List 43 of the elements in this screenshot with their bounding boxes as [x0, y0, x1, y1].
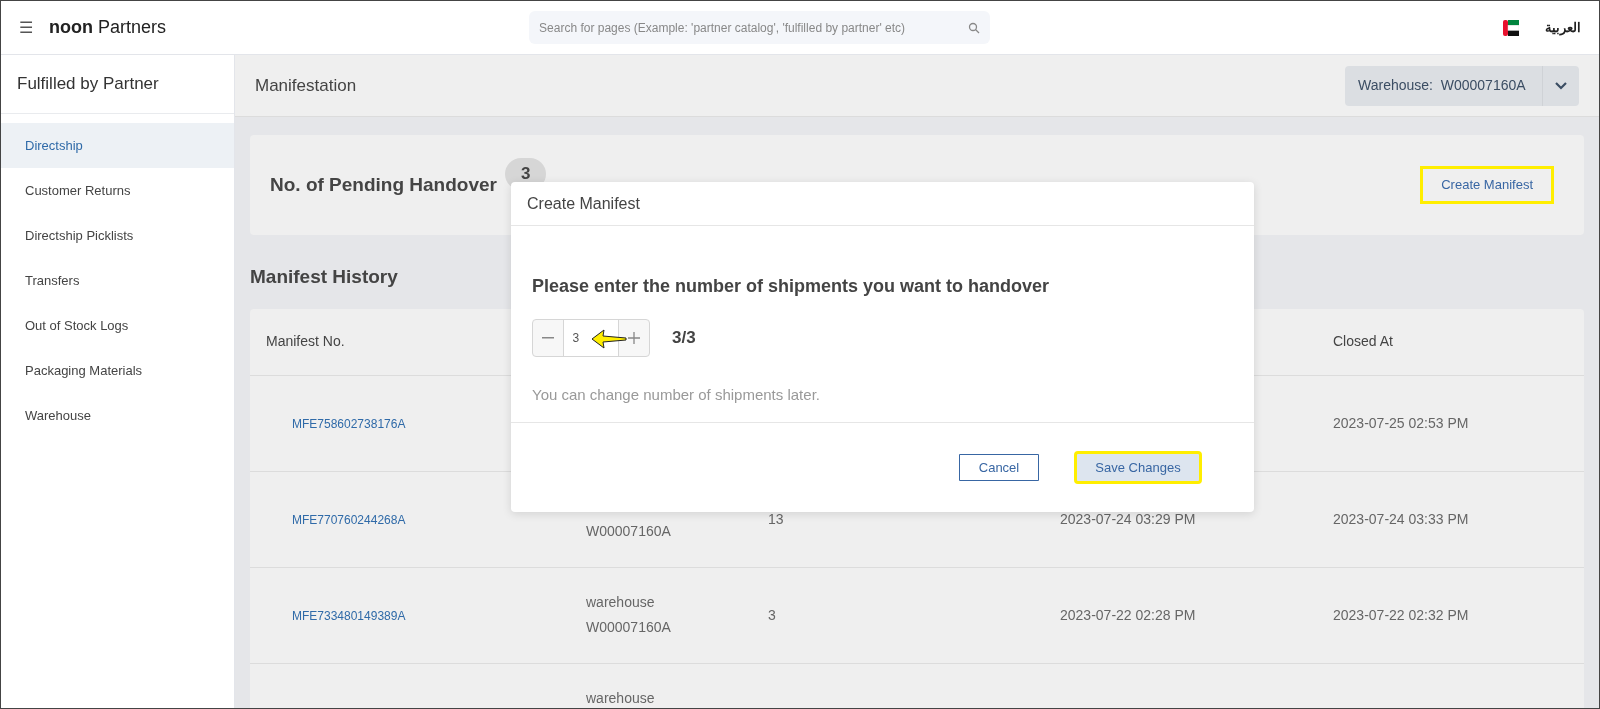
table-cell: 2023-07-22 02:28 PM: [1060, 606, 1196, 623]
sidebar-item[interactable]: Packaging Materials: [1, 348, 234, 393]
brand-logo[interactable]: noon Partners: [49, 14, 167, 41]
save-button[interactable]: Save Changes: [1074, 451, 1202, 484]
menu-icon[interactable]: ☰: [19, 15, 33, 40]
dialog-question: Please enter the number of shipments you want to handover: [532, 275, 1051, 298]
search-icon: [968, 21, 981, 34]
manifest-link[interactable]: MFE733480149389A: [292, 608, 406, 623]
table-cell: 2023-07-22 02:32 PM: [1333, 606, 1469, 623]
sidebar-item[interactable]: Directship Picklists: [1, 213, 234, 258]
column-header: Manifest No.: [266, 332, 345, 351]
table-cell-text: W00007160A: [586, 618, 671, 637]
sidebar-title: Fulfilled by Partner: [17, 73, 159, 96]
flag-icon[interactable]: [1503, 19, 1519, 36]
manifest-link[interactable]: MFE770760244268A: [292, 512, 406, 527]
warehouse-dropdown[interactable]: Warehouse: W00007160A: [1345, 65, 1579, 106]
chevron-down-icon: [1555, 81, 1567, 90]
sidebar-item[interactable]: Transfers: [1, 258, 234, 303]
sidebar-item[interactable]: Customer Returns: [1, 168, 234, 213]
sidebar-item[interactable]: Directship: [1, 123, 234, 168]
dialog-title: Create Manifest: [527, 193, 640, 214]
table-cell: 13: [768, 510, 784, 527]
dialog-hint: You can change number of shipments later.: [532, 385, 821, 405]
pending-label: No. of Pending Handover: [270, 172, 497, 197]
sidebar-item[interactable]: Out of Stock Logs: [1, 303, 234, 348]
page-title: Manifestation: [255, 74, 357, 97]
table-cell: 3: [768, 606, 776, 623]
table-cell: 2023-07-25 02:53 PM: [1333, 414, 1469, 431]
sidebar-item[interactable]: Warehouse: [1, 393, 234, 438]
quantity-stepper[interactable]: 3: [532, 319, 650, 357]
pointer-arrow-icon: [591, 329, 627, 349]
table-cell: 2023-07-24 03:29 PM: [1060, 510, 1196, 527]
create-manifest-button[interactable]: Create Manifest: [1420, 166, 1554, 204]
column-header: Closed At: [1333, 332, 1393, 351]
section-title: Manifest History: [250, 265, 398, 289]
shipment-ratio: 3/3: [672, 327, 696, 350]
table-cell-text: warehouse: [586, 689, 655, 708]
table-cell-text: warehouse: [586, 593, 655, 612]
table-cell-text: W00007160A: [586, 522, 671, 541]
cancel-button[interactable]: Cancel: [956, 451, 1042, 484]
table-cell: 2023-07-24 03:33 PM: [1333, 510, 1469, 527]
manifest-link[interactable]: MFE758602738176A: [292, 416, 406, 431]
language-link[interactable]: العربية: [1545, 17, 1581, 38]
